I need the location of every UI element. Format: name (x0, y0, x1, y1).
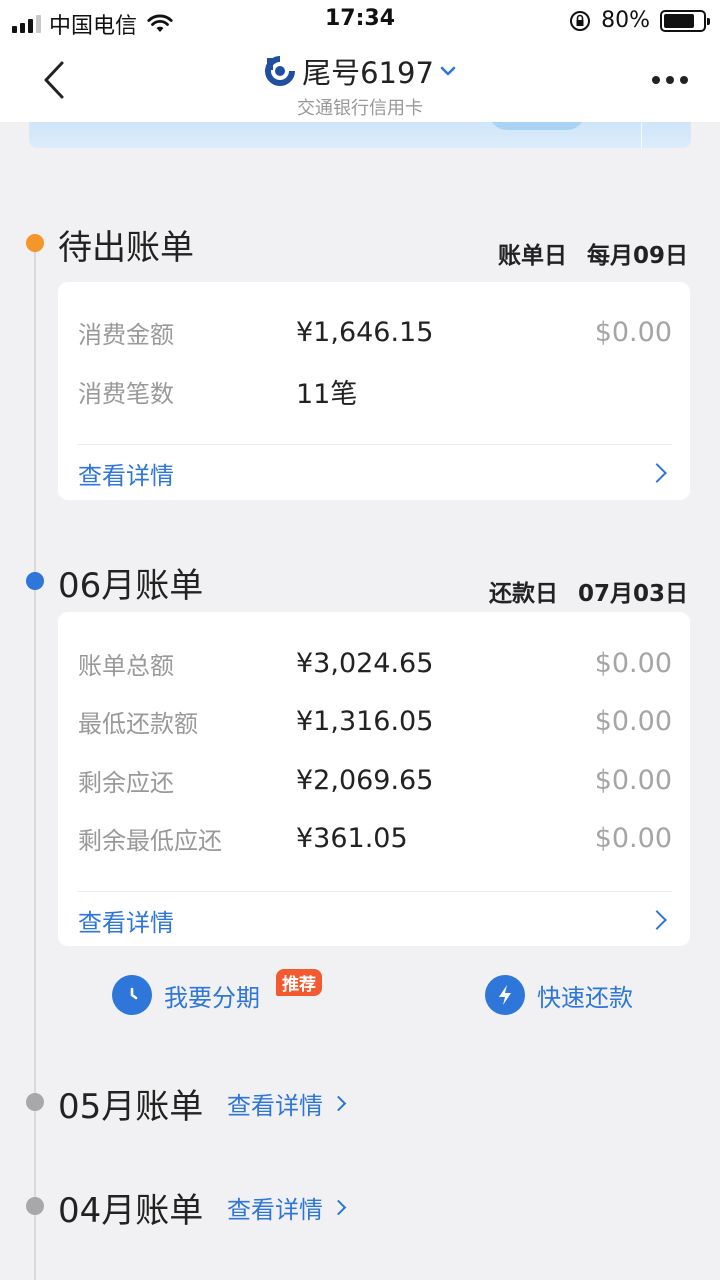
row-paid: $0.00 (594, 647, 672, 679)
summary-row: 剩余应还 ¥2,069.65 $0.00 (78, 760, 672, 800)
statement-date: 账单日 每月09日 (498, 236, 688, 270)
row-paid: $0.00 (594, 316, 672, 348)
recommend-badge: 推荐 (276, 969, 322, 996)
row-label: 消费笔数 (78, 379, 174, 408)
summary-row: 最低还款额 ¥1,316.05 $0.00 (78, 701, 672, 741)
row-label: 最低还款额 (78, 709, 198, 738)
lightning-icon (485, 975, 525, 1015)
row-amount: ¥2,069.65 (296, 764, 434, 796)
chevron-right-icon (330, 1199, 347, 1216)
more-dot (652, 76, 660, 84)
april-dot (26, 1197, 44, 1215)
row-amount: 11笔 (296, 378, 358, 410)
view-details-label: 查看详情 (78, 461, 174, 490)
summary-row: 消费金额 ¥1,646.15 $0.00 (78, 312, 672, 352)
status-right: 80% (569, 8, 710, 33)
pending-bill-title: 待出账单 (58, 228, 194, 268)
row-paid: $0.00 (594, 764, 672, 796)
summary-row: 剩余最低应还 ¥361.05 $0.00 (78, 818, 672, 858)
battery-icon (660, 9, 710, 32)
statement-date-value: 每月09日 (586, 243, 688, 269)
quick-repay-label: 快速还款 (537, 983, 633, 1012)
battery-fill (664, 13, 695, 28)
card-selector[interactable]: 尾号6197 (264, 50, 456, 92)
nav-center: 尾号6197 交通银行信用卡 (0, 50, 720, 120)
april-view-details-link[interactable]: 查看详情 (227, 1190, 352, 1225)
status-bar: 中国电信 17:34 80% (0, 0, 720, 40)
signal-icon (12, 15, 41, 33)
quick-repay-button[interactable]: 快速还款 (485, 975, 633, 1015)
more-dot (680, 76, 688, 84)
may-view-details-link[interactable]: 查看详情 (227, 1086, 352, 1121)
more-button[interactable] (646, 62, 694, 98)
chevron-right-icon (330, 1095, 347, 1112)
due-date: 还款日 07月03日 (489, 574, 688, 608)
wifi-icon (147, 14, 173, 32)
due-date-label: 还款日 (488, 581, 558, 607)
june-dot (26, 572, 44, 590)
timeline-line (34, 242, 36, 1280)
banner-divider (641, 122, 642, 148)
promo-banner[interactable] (29, 122, 691, 148)
june-view-details-link[interactable]: 查看详情 (78, 896, 672, 944)
row-label: 账单总额 (78, 651, 174, 680)
june-bill-card: 账单总额 ¥3,024.65 $0.00 最低还款额 ¥1,316.05 $0.… (58, 612, 690, 946)
card-divider (78, 891, 672, 892)
summary-row: 消费笔数 11笔 (78, 371, 672, 411)
row-amount: ¥1,316.05 (296, 705, 434, 737)
row-amount: ¥1,646.15 (296, 316, 434, 348)
bank-logo-icon (265, 56, 296, 86)
pending-view-details-link[interactable]: 查看详情 (78, 449, 672, 497)
card-divider (78, 444, 672, 445)
pending-bill-card: 消费金额 ¥1,646.15 $0.00 消费笔数 11笔 查看详情 (58, 282, 690, 500)
may-dot (26, 1093, 44, 1111)
battery-percent: 80% (601, 8, 650, 33)
row-paid: $0.00 (594, 705, 672, 737)
may-bill-title: 05月账单 (58, 1087, 204, 1127)
chevron-down-icon (440, 66, 456, 76)
view-details-label: 查看详情 (227, 1196, 323, 1224)
carrier-name: 中国电信 (49, 14, 138, 39)
more-dot (666, 76, 674, 84)
row-label: 剩余应还 (78, 768, 174, 797)
nav-title: 尾号6197 (302, 56, 434, 90)
row-label: 剩余最低应还 (78, 826, 222, 855)
due-date-value: 07月03日 (577, 581, 688, 607)
clock-icon (112, 975, 152, 1015)
installment-button[interactable]: 我要分期 (112, 975, 260, 1015)
banner-graphic (489, 122, 585, 130)
installment-label: 我要分期 (164, 983, 260, 1012)
orientation-lock-icon (570, 10, 591, 31)
summary-row: 账单总额 ¥3,024.65 $0.00 (78, 643, 672, 683)
row-paid: $0.00 (594, 822, 672, 854)
status-left: 中国电信 (12, 8, 173, 40)
nav-subtitle: 交通银行信用卡 (297, 98, 423, 119)
row-label: 消费金额 (78, 320, 174, 349)
pending-dot (26, 234, 44, 252)
nav-bar: 尾号6197 交通银行信用卡 (0, 40, 720, 122)
view-details-label: 查看详情 (227, 1092, 323, 1120)
view-details-label: 查看详情 (78, 908, 174, 937)
june-bill-title: 06月账单 (58, 566, 204, 606)
row-amount: ¥3,024.65 (296, 647, 434, 679)
april-bill-title: 04月账单 (58, 1191, 204, 1231)
chevron-right-icon (647, 463, 667, 483)
statement-date-label: 账单日 (497, 243, 567, 269)
chevron-right-icon (647, 910, 667, 930)
row-amount: ¥361.05 (296, 822, 408, 854)
